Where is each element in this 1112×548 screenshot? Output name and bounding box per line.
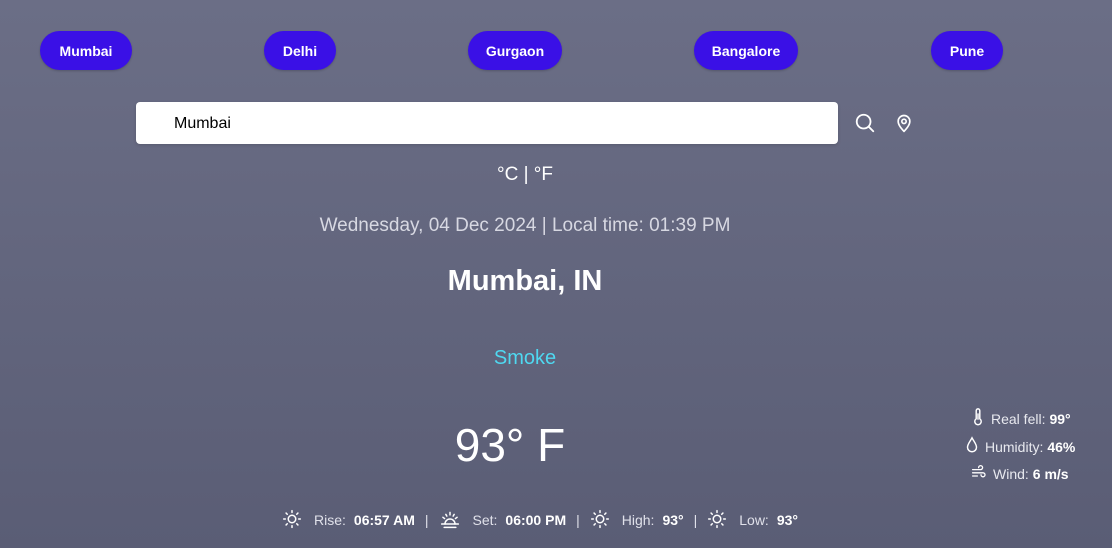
city-button-delhi[interactable]: Delhi [264, 31, 336, 70]
humidity-row: Humidity: 46% [965, 436, 1075, 457]
humidity-value: 46% [1047, 438, 1076, 455]
realfeel-label: Real fell: [991, 410, 1046, 427]
city-button-pune[interactable]: Pune [931, 31, 1003, 70]
separator: | [693, 512, 698, 528]
high-label: High: [621, 512, 655, 528]
search-icon[interactable] [854, 112, 876, 139]
sunset-label: Set: [472, 512, 498, 528]
weather-condition: Smoke [493, 347, 557, 369]
wind-label: Wind: [993, 465, 1029, 482]
location-title: Mumbai, IN [447, 265, 603, 297]
unit-separator: | [523, 164, 529, 185]
city-button-bangalore[interactable]: Bangalore [694, 31, 798, 70]
sun-icon [707, 509, 739, 532]
sunset-icon [439, 509, 473, 532]
sunrise-value: 06:57 AM [353, 512, 415, 528]
sunset-value: 06:00 PM [505, 512, 567, 528]
sun-icon [282, 509, 314, 532]
droplet-icon [965, 436, 985, 457]
realfeel-row: Real fell: 99° [971, 408, 1071, 429]
low-label: Low: [739, 512, 769, 528]
fahrenheit-button[interactable]: °F [534, 164, 553, 185]
humidity-label: Humidity: [985, 438, 1044, 455]
local-datetime: Wednesday, 04 Dec 2024 | Local time: 01:… [319, 215, 731, 236]
celsius-button[interactable]: °C [497, 164, 518, 185]
sunrise-label: Rise: [314, 512, 346, 528]
wind-icon [971, 464, 993, 483]
sun-icon [590, 509, 622, 532]
wind-row: Wind: 6 m/s [971, 464, 1069, 483]
thermometer-icon [971, 408, 991, 429]
separator: | [424, 512, 429, 528]
current-temperature: 93° F [454, 419, 566, 471]
map-pin-icon[interactable] [894, 112, 914, 139]
search-input[interactable] [172, 102, 816, 146]
high-value: 93° [662, 512, 684, 528]
city-button-mumbai[interactable]: Mumbai [40, 31, 132, 70]
sun-info-row: Rise: 06:57 AM | Set: 06:00 PM | High: 9… [282, 508, 798, 532]
separator: | [576, 512, 580, 528]
realfeel-value: 99° [1049, 410, 1071, 427]
wind-value: 6 m/s [1032, 465, 1069, 482]
unit-toggle: °C | °F [0, 164, 1050, 186]
low-value: 93° [776, 512, 798, 528]
search-box [136, 102, 838, 146]
city-button-gurgaon[interactable]: Gurgaon [468, 31, 562, 70]
